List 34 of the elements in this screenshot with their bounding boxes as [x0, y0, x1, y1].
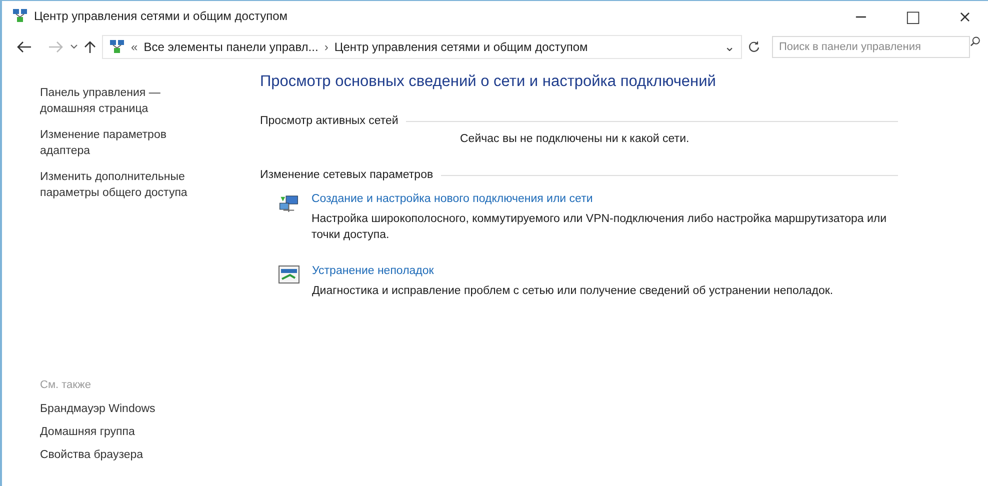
task-description: Настройка широкополосного, коммутируемого или VPN-подключения либо настройка маршрутизатора или точки доступа. — [311, 212, 888, 243]
see-also-link[interactable]: Свойства браузера — [40, 449, 220, 461]
breadcrumb[interactable]: Все элементы панели управл... — [144, 40, 318, 54]
maximize-button[interactable]: □ — [890, 1, 936, 31]
address-bar[interactable]: « Все элементы панели управл... › Центр управления сетями и общим доступом ⌄ — [102, 35, 742, 59]
task-link[interactable]: Создание и настройка нового подключения или сети — [311, 193, 898, 205]
section-heading: Изменение сетевых параметров — [260, 169, 434, 181]
see-also-heading: См. также — [40, 379, 92, 391]
overflow-chevrons[interactable]: « — [131, 40, 138, 54]
see-also-link[interactable]: Домашняя группа — [40, 426, 220, 438]
back-arrow-icon[interactable] — [16, 41, 32, 53]
up-arrow-icon[interactable] — [84, 40, 96, 54]
breadcrumb-separator: › — [324, 40, 328, 54]
task-link[interactable]: Устранение неполадок — [312, 265, 834, 277]
network-center-icon — [12, 8, 28, 24]
section-heading: Просмотр активных сетей — [260, 115, 398, 127]
minimize-button[interactable]: − — [838, 1, 884, 31]
refresh-icon[interactable] — [748, 41, 760, 53]
troubleshoot-icon — [278, 265, 300, 285]
sidebar-link[interactable]: Панель управления — домашняя страница — [40, 85, 210, 117]
close-button[interactable]: × — [942, 1, 988, 31]
sidebar-link[interactable]: Изменение параметров адаптера — [40, 127, 210, 159]
status-message: Сейчас вы не подключены ни к какой сети. — [460, 133, 690, 145]
window-title: Центр управления сетями и общим доступом — [34, 9, 288, 23]
address-dropdown[interactable]: ⌄ — [724, 40, 735, 54]
see-also-link[interactable]: Брандмауэр Windows — [40, 403, 220, 415]
search-icon[interactable] — [970, 36, 980, 47]
sidebar-link[interactable]: Изменить дополнительные параметры общего доступа — [40, 169, 210, 201]
network-icon — [278, 193, 300, 215]
task-description: Диагностика и исправление проблем с сетью или получение сведений об устранении неполадок. — [312, 284, 834, 299]
breadcrumb[interactable]: Центр управления сетями и общим доступом — [334, 40, 588, 54]
control-panel-icon — [109, 39, 125, 55]
chevron-down-icon[interactable] — [70, 44, 78, 50]
page-heading: Просмотр основных сведений о сети и настройка подключений — [260, 73, 717, 91]
